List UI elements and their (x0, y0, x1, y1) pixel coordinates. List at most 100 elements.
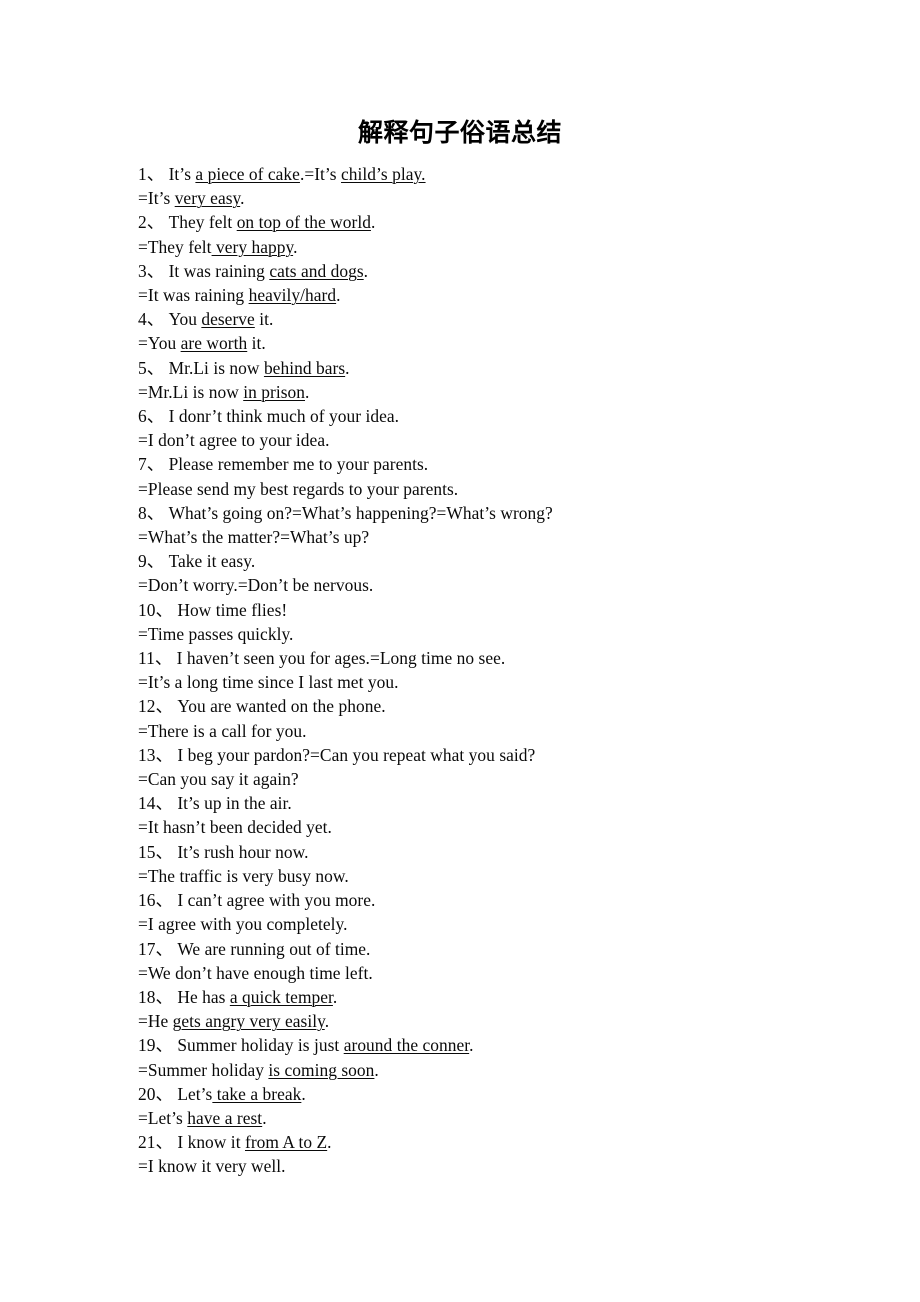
text-run: 15、 It’s rush hour now. (138, 841, 309, 862)
text-run: 19、 Summer holiday is just (138, 1035, 344, 1056)
underlined-phrase: cats and dogs (269, 260, 364, 281)
document-line: =There is a call for you. (138, 719, 838, 743)
underlined-phrase: child’s play. (341, 164, 426, 184)
document-line: =Can you say it again? (138, 767, 838, 791)
document-line: =They felt very happy. (138, 235, 838, 259)
text-run: 12、 You are wanted on the phone. (138, 696, 386, 717)
text-run: .=It’s (299, 164, 342, 184)
document-line: 8、 What’s going on?=What’s happening?=Wh… (138, 501, 838, 525)
document-line: 1、 It’s a piece of cake.=It’s child’s pl… (138, 162, 838, 186)
document-line: =Let’s have a rest. (138, 1106, 838, 1130)
document-line: 12、 You are wanted on the phone. (138, 694, 838, 718)
underlined-phrase: very happy (211, 236, 294, 257)
document-line: 17、 We are running out of time. (138, 937, 838, 961)
text-run: =I don’t agree to your idea. (138, 430, 330, 451)
underlined-phrase: a piece of cake (195, 164, 300, 184)
document-line: 16、 I can’t agree with you more. (138, 888, 838, 912)
text-run: . (469, 1035, 474, 1056)
underlined-phrase: are worth (180, 333, 248, 354)
document-body: 1、 It’s a piece of cake.=It’s child’s pl… (138, 162, 838, 1179)
underlined-phrase: from A to Z (244, 1132, 328, 1153)
text-run: 8、 What’s going on?=What’s happening?=Wh… (138, 502, 553, 523)
text-run: . (301, 1083, 306, 1104)
text-run: 5、 Mr.Li is now (138, 357, 264, 378)
text-run: =It’s (138, 188, 175, 209)
document-line: 11、 I haven’t seen you for ages.=Long ti… (138, 646, 838, 670)
text-run: =There is a call for you. (138, 720, 307, 741)
document-line: =We don’t have enough time left. (138, 961, 838, 985)
text-run: . (363, 260, 369, 281)
underlined-phrase: in prison (243, 381, 306, 402)
text-run: 17、 We are running out of time. (138, 938, 371, 959)
text-run: . (332, 986, 338, 1007)
page-title: 解释句子俗语总结 (357, 120, 562, 147)
document-line: =Mr.Li is now in prison. (138, 380, 838, 404)
text-run: 3、 It was raining (138, 260, 270, 281)
document-line: 5、 Mr.Li is now behind bars. (138, 356, 838, 380)
document-line: =I know it very well. (138, 1154, 838, 1178)
document-line: 13、 I beg your pardon?=Can you repeat wh… (138, 743, 838, 767)
document-line: 9、 Take it easy. (138, 549, 838, 573)
text-run: . (327, 1132, 332, 1153)
text-run: 14、 It’s up in the air. (138, 793, 292, 814)
document-line: =It was raining heavily/hard. (138, 283, 838, 307)
text-run: . (305, 381, 310, 402)
underlined-phrase: have a rest (187, 1107, 263, 1128)
document-line: =He gets angry very easily. (138, 1009, 838, 1033)
underlined-phrase: a quick temper (229, 986, 333, 1007)
text-run: 10、 How time flies! (138, 599, 288, 620)
document-line: 4、 You deserve it. (138, 307, 838, 331)
text-run: =Can you say it again? (138, 769, 299, 790)
text-run: . (324, 1011, 330, 1032)
document-line: 14、 It’s up in the air. (138, 791, 838, 815)
text-run: . (240, 188, 245, 209)
text-run: =Let’s (138, 1107, 188, 1128)
document-line: =The traffic is very busy now. (138, 864, 838, 888)
document-line: 6、 I donr’t think much of your idea. (138, 404, 838, 428)
text-run: =They felt (138, 236, 212, 257)
text-run: it. (247, 333, 266, 354)
text-run: . (336, 285, 341, 306)
text-run: =You (138, 333, 181, 354)
document-line: 3、 It was raining cats and dogs. (138, 259, 838, 283)
document-line: =It’s a long time since I last met you. (138, 670, 838, 694)
document-line: =You are worth it. (138, 331, 838, 355)
text-run: 2、 They felt (138, 212, 237, 233)
document-line: 21、 I know it from A to Z. (138, 1130, 838, 1154)
document-page: 解释句子俗语总结 1、 It’s a piece of cake.=It’s c… (0, 0, 920, 1302)
underlined-phrase: is coming soon (268, 1059, 375, 1080)
document-line: =I don’t agree to your idea. (138, 428, 838, 452)
text-run: =Don’t worry.=Don’t be nervous. (138, 575, 374, 596)
document-line: =I agree with you completely. (138, 912, 838, 936)
document-line: =Don’t worry.=Don’t be nervous. (138, 573, 838, 597)
document-line: 10、 How time flies! (138, 598, 838, 622)
text-run: 11、 I haven’t seen you for ages.=Long ti… (138, 648, 506, 669)
text-run: 7、 Please remember me to your parents. (138, 454, 429, 475)
text-run: 4、 You (138, 309, 202, 330)
text-run: . (293, 236, 298, 257)
text-run: 1、 It’s (138, 164, 196, 184)
document-line: =Please send my best regards to your par… (138, 477, 838, 501)
text-run: 18、 He has (138, 986, 230, 1007)
text-run: 9、 Take it easy. (138, 551, 256, 572)
text-run: 6、 I donr’t think much of your idea. (138, 406, 400, 427)
document-line: 19、 Summer holiday is just around the co… (138, 1033, 838, 1057)
text-run: =The traffic is very busy now. (138, 865, 349, 886)
text-run: . (262, 1107, 267, 1128)
text-run: =Time passes quickly. (138, 623, 294, 644)
document-line: 15、 It’s rush hour now. (138, 840, 838, 864)
underlined-phrase: deserve (201, 309, 255, 330)
text-run: 21、 I know it (138, 1132, 245, 1153)
text-run: =Please send my best regards to your par… (138, 478, 459, 499)
text-run: it. (254, 309, 274, 330)
underlined-phrase: behind bars (263, 357, 346, 378)
document-line: 18、 He has a quick temper. (138, 985, 838, 1009)
document-line: =Summer holiday is coming soon. (138, 1058, 838, 1082)
text-run: =It’s a long time since I last met you. (138, 672, 399, 693)
document-line: =It hasn’t been decided yet. (138, 815, 838, 839)
document-line: 20、 Let’s take a break. (138, 1082, 838, 1106)
text-run: . (345, 357, 350, 378)
underlined-phrase: gets angry very easily (172, 1011, 325, 1032)
document-line: 2、 They felt on top of the world. (138, 210, 838, 234)
text-run: 16、 I can’t agree with you more. (138, 890, 376, 911)
